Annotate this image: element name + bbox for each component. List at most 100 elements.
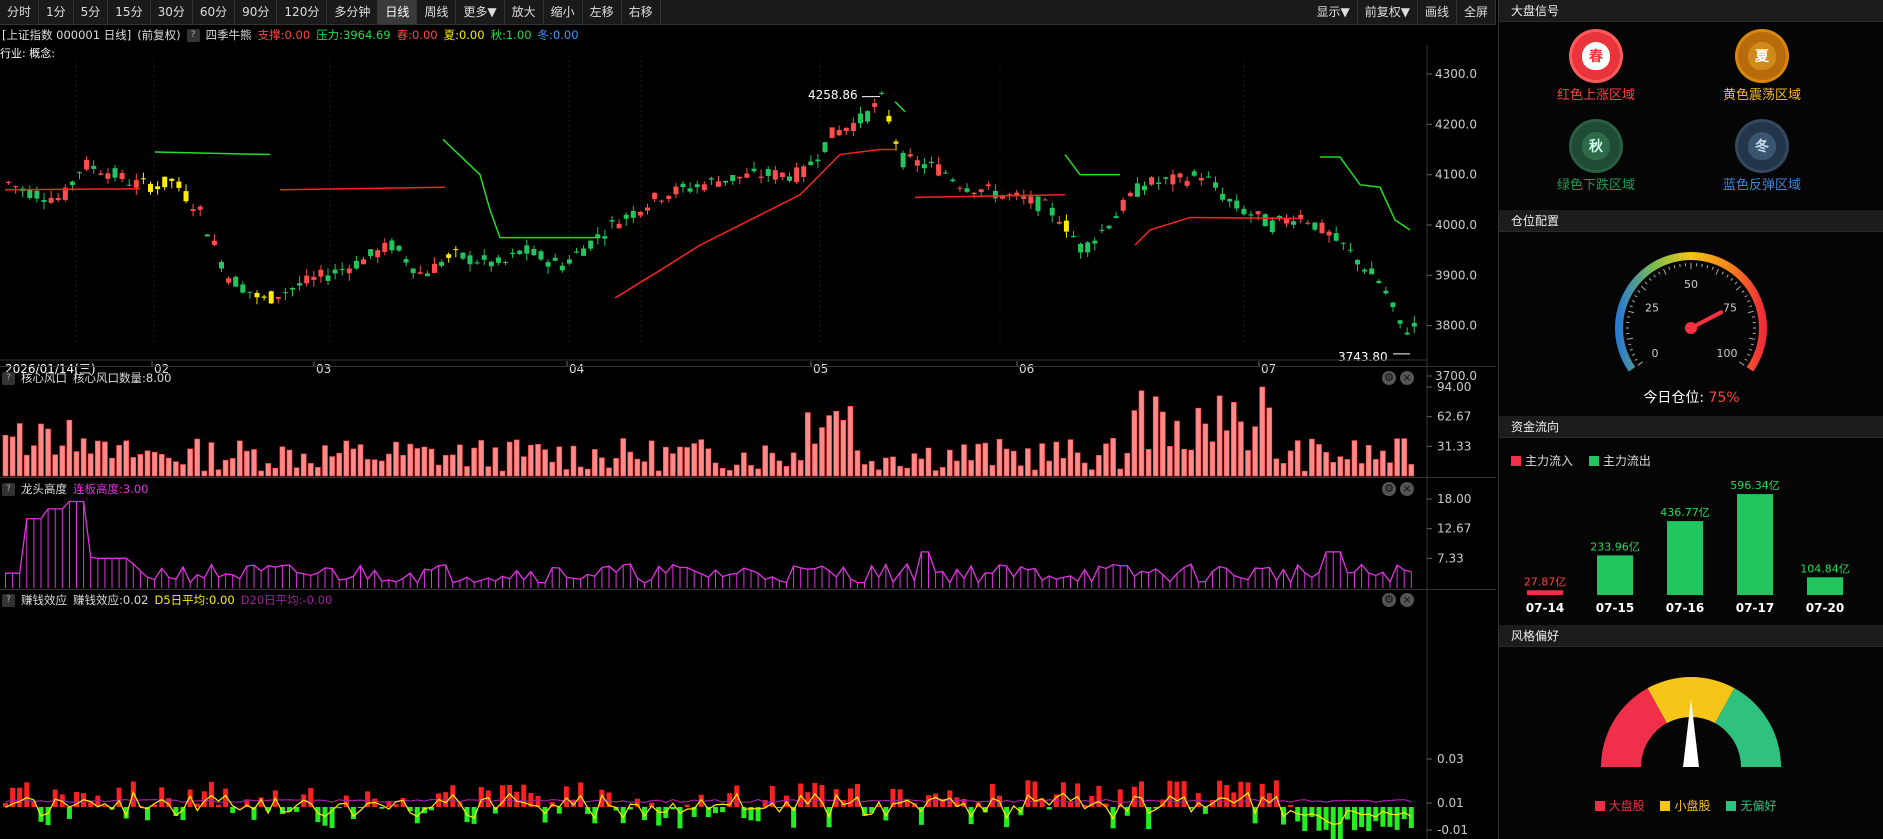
candle-body — [1369, 268, 1375, 275]
toolbar-button[interactable]: 5分 — [74, 0, 109, 24]
gauge-tick — [1749, 305, 1753, 308]
wind-bar — [1294, 440, 1301, 477]
candle-body — [91, 165, 97, 169]
wind-bar — [741, 452, 747, 477]
money-bar — [1387, 807, 1393, 827]
toolbar-button[interactable]: 放大 — [505, 0, 544, 24]
candle-body — [765, 169, 771, 176]
toolbar-button[interactable]: 90分 — [235, 0, 278, 24]
close-icon[interactable]: × — [1400, 593, 1414, 607]
wind-bar — [1344, 459, 1351, 477]
toolbar-button[interactable]: 左移 — [583, 0, 622, 24]
resistance-line — [1064, 154, 1120, 176]
wind-bar — [648, 440, 655, 477]
toolbar-button[interactable]: 日线 — [378, 0, 418, 24]
close-icon[interactable]: × — [1400, 482, 1414, 496]
toolbar-button[interactable]: 周线 — [417, 0, 457, 24]
toolbar-button[interactable]: 全屏 — [1457, 0, 1496, 24]
candle-body — [432, 263, 437, 273]
high-label: 4258.86 — [808, 88, 858, 102]
candle-body — [708, 178, 714, 180]
wind-bar — [315, 467, 321, 477]
candle-body — [1078, 243, 1084, 253]
style-gauge — [1601, 677, 1781, 767]
candle-body — [169, 178, 175, 181]
money-bar — [38, 807, 44, 822]
wind-bar — [875, 469, 882, 477]
wind-bar — [194, 438, 200, 477]
candle-body — [41, 200, 47, 202]
panel-tick: 31.33 — [1437, 439, 1471, 453]
gauge-tick — [1640, 285, 1647, 291]
wind-bar — [1394, 438, 1400, 477]
candle-body — [1177, 173, 1183, 178]
season-summer: 夏黄色震荡区域 — [1687, 32, 1837, 103]
money-bar — [535, 795, 541, 807]
wind-bar — [1245, 450, 1251, 477]
gauge-tick — [1744, 295, 1748, 298]
candle-body — [801, 166, 807, 177]
gauge-tick — [1637, 361, 1643, 366]
fund-value: 104.84亿 — [1800, 562, 1850, 575]
candle-body — [872, 103, 878, 107]
wind-bar — [506, 441, 513, 477]
wind-bar — [322, 445, 328, 477]
candle-body — [1106, 225, 1112, 229]
wind-bar — [279, 446, 286, 477]
toolbar-button[interactable]: 右移 — [622, 0, 661, 24]
money-bar — [542, 807, 548, 823]
toolbar-button[interactable]: 画线 — [1418, 0, 1457, 24]
wind-bar — [1053, 441, 1060, 477]
legend-outflow: 主力流出 — [1602, 454, 1651, 468]
settings-icon[interactable]: ⚙ — [1382, 593, 1396, 607]
close-icon[interactable]: × — [1400, 371, 1414, 385]
toolbar-button[interactable]: 60分 — [193, 0, 236, 24]
toolbar-button[interactable]: 15分 — [108, 0, 151, 24]
candle-body — [155, 186, 161, 190]
toolbar-button[interactable]: 120分 — [277, 0, 328, 24]
wind-bar — [1074, 452, 1081, 477]
gauge-tick — [1673, 265, 1676, 269]
fund-bar — [1737, 494, 1773, 595]
wind-bar — [123, 440, 129, 477]
candle-body — [424, 273, 430, 277]
gauge-tick — [1735, 285, 1742, 291]
candle-body — [538, 251, 544, 260]
toolbar-button[interactable]: 显示▼ — [1310, 0, 1358, 24]
gauge-tick — [1734, 281, 1738, 285]
gauge-tick — [1663, 268, 1667, 275]
candle-body — [1099, 229, 1105, 231]
candle-body — [417, 272, 423, 274]
candle-body — [353, 260, 359, 269]
help-icon[interactable]: ? — [2, 482, 15, 496]
toolbar-button[interactable]: 1分 — [39, 0, 74, 24]
wind-bar — [457, 444, 463, 477]
help-icon[interactable]: ? — [2, 593, 15, 607]
toolbar-button[interactable]: 前复权▼ — [1358, 0, 1418, 24]
candle-body — [737, 176, 743, 179]
help-icon[interactable]: ? — [2, 371, 15, 385]
settings-icon[interactable]: ⚙ — [1382, 371, 1396, 385]
candle-body — [808, 161, 814, 166]
wind-bar — [513, 439, 520, 477]
wind-bar — [364, 459, 371, 477]
wind-bar — [201, 470, 208, 477]
wind-bar — [769, 452, 776, 477]
wind-bar — [1259, 386, 1265, 477]
price-tick: 4100.0 — [1435, 168, 1477, 182]
support-line — [279, 186, 446, 191]
wind-bar — [641, 461, 648, 477]
toolbar-button[interactable]: 更多▼ — [456, 0, 505, 24]
gauge-tick — [1629, 348, 1633, 351]
kline-chart[interactable]: 4300.04200.04100.04000.03900.03800.03700… — [0, 25, 1496, 839]
toolbar-button[interactable]: 缩小 — [544, 0, 583, 24]
candle-body — [339, 269, 345, 271]
toolbar-button[interactable]: 30分 — [151, 0, 193, 24]
candle-body — [559, 265, 565, 271]
gauge-tick — [1751, 316, 1756, 318]
panel1-title: ? 核心风口 核心风口数量:8.00 — [0, 368, 1430, 388]
toolbar-button[interactable]: 多分钟 — [327, 0, 379, 24]
settings-icon[interactable]: ⚙ — [1382, 482, 1396, 496]
toolbar-button[interactable]: 分时 — [0, 0, 40, 24]
money-bar — [684, 804, 690, 807]
